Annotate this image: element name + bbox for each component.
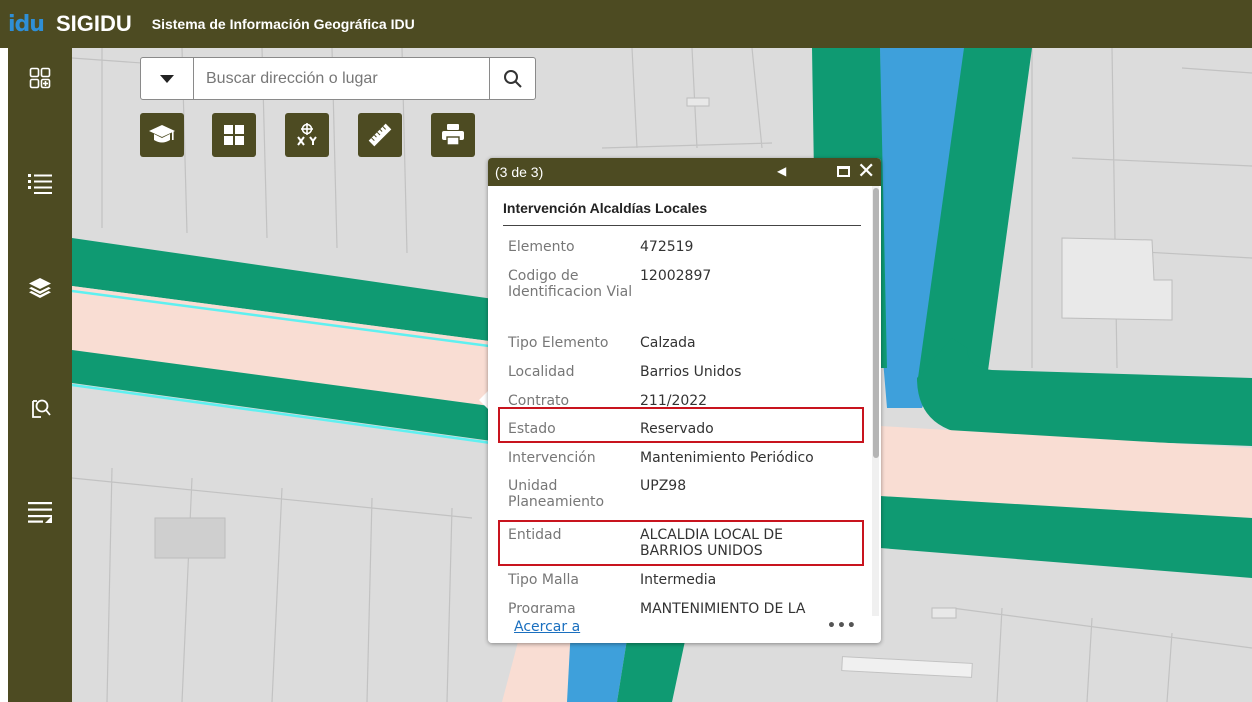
layers-icon xyxy=(29,278,51,298)
search-document-icon xyxy=(32,399,51,418)
search-widget xyxy=(140,57,536,100)
highlight-entidad xyxy=(498,520,864,566)
app-name: SIGIDU xyxy=(55,11,132,36)
attribute-value: UPZ98 xyxy=(640,478,687,494)
printer-icon xyxy=(442,124,464,146)
attribute-label: Intervención xyxy=(508,450,596,466)
attribute-value: Mantenimiento Periódico xyxy=(640,450,814,466)
layers-button[interactable] xyxy=(18,266,62,310)
apps-grid-icon xyxy=(29,67,51,89)
attribute-label: Unidad Planeamiento xyxy=(508,478,605,510)
list-icon xyxy=(28,174,52,194)
attribute-label: Tipo Elemento xyxy=(508,335,609,351)
search-button[interactable] xyxy=(489,58,535,99)
popup-header: (3 de 3) ◀ ✕ xyxy=(488,158,881,186)
popup-footer: Acercar a ••• xyxy=(488,613,872,643)
ruler-icon xyxy=(368,123,392,147)
attribute-label: Tipo Malla xyxy=(508,572,579,588)
widgets-button[interactable] xyxy=(18,56,62,100)
search-icon xyxy=(503,69,522,88)
tutorial-button[interactable] xyxy=(140,113,184,157)
idu-logo: idu xyxy=(8,11,45,37)
search-input[interactable] xyxy=(194,58,489,99)
xy-coordinates-icon xyxy=(297,123,317,146)
graduation-cap-icon xyxy=(149,125,175,143)
attribute-value: Barrios Unidos xyxy=(640,364,742,380)
attribute-label: Elemento xyxy=(508,239,575,255)
close-icon[interactable]: ✕ xyxy=(857,159,875,183)
attribute-label: Localidad xyxy=(508,364,575,380)
attribute-label: Codigo de Identificacion Vial xyxy=(508,268,633,300)
measure-button[interactable] xyxy=(358,113,402,157)
popup-counter: (3 de 3) xyxy=(495,164,544,180)
maximize-icon[interactable] xyxy=(837,166,850,177)
query-button[interactable] xyxy=(18,386,62,430)
grid-icon xyxy=(224,125,244,145)
attribute-value: 472519 xyxy=(640,239,694,255)
basemap-button[interactable] xyxy=(212,113,256,157)
print-button[interactable] xyxy=(431,113,475,157)
attribute-value: Intermedia xyxy=(640,572,717,588)
legend-button[interactable] xyxy=(18,162,62,206)
left-sidebar xyxy=(8,48,72,702)
highlight-estado xyxy=(498,407,864,443)
search-source-dropdown[interactable] xyxy=(141,58,194,99)
attribute-value: Calzada xyxy=(640,335,696,351)
zoom-to-link[interactable]: Acercar a xyxy=(514,619,580,635)
previous-feature-icon[interactable]: ◀ xyxy=(777,164,786,178)
app-subtitle: Sistema de Información Geográfica IDU xyxy=(151,16,415,32)
popup-divider xyxy=(503,225,861,226)
coordinates-button[interactable] xyxy=(285,113,329,157)
popup-scrollbar-thumb[interactable] xyxy=(873,188,879,458)
app-header: idu SIGIDU Sistema de Información Geográ… xyxy=(0,0,1252,48)
feature-popup: (3 de 3) ◀ ✕ Intervención Alcaldías Loca… xyxy=(488,158,881,643)
attribute-value: 12002897 xyxy=(640,268,712,284)
caret-down-icon xyxy=(160,74,174,83)
popup-title: Intervención Alcaldías Locales xyxy=(503,200,708,216)
more-actions-icon[interactable]: ••• xyxy=(827,618,857,634)
attribute-table-button[interactable] xyxy=(18,490,62,534)
table-list-icon xyxy=(28,502,52,523)
